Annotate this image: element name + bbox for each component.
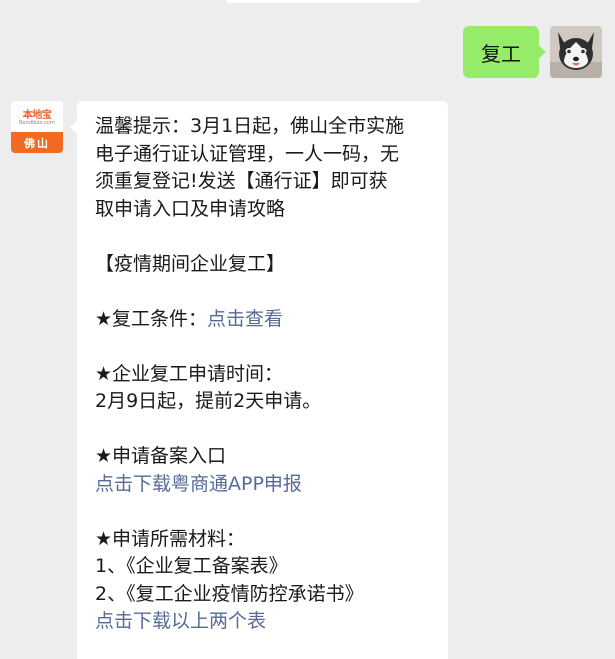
- logo-url: Bendibao.com: [19, 120, 55, 126]
- application-time-value: 2月9日起，提前2天申请。: [95, 390, 322, 412]
- material-item: 2、《复工企业疫情防控承诺书》: [95, 582, 364, 605]
- incoming-message-bubble[interactable]: 温馨提示：3月1日起，佛山全市实施 电子通行证认证管理，一人一码，无 须重复登记…: [70, 101, 448, 659]
- outgoing-message-text: 复工: [481, 41, 521, 66]
- download-forms-link[interactable]: 点击下载以上两个表: [95, 608, 432, 636]
- download-app-link[interactable]: 点击下载粤商通APP申报: [95, 471, 432, 499]
- application-time-label: ★企业复工申请时间：: [95, 362, 284, 385]
- conditions-label: ★复工条件：: [95, 307, 208, 330]
- previous-bubble-edge: [226, 0, 420, 3]
- section-heading: 【疫情期间企业复工】: [95, 252, 286, 275]
- line-spacer: [95, 416, 432, 444]
- material-item: 1、《企业复工备案表》: [95, 555, 288, 577]
- entry-label: ★申请备案入口: [95, 445, 227, 467]
- line-spacer: [95, 498, 432, 526]
- logo-brand-name: 本地宝: [22, 110, 52, 121]
- logo-city-label: 佛山: [11, 132, 63, 153]
- line-spacer: [95, 223, 432, 251]
- husky-dog-icon: [550, 26, 602, 78]
- conditions-row: ★复工条件：点击查看: [95, 306, 432, 334]
- line-spacer: [95, 278, 432, 306]
- message-line: 温馨提示：3月1日起，佛山全市实施: [95, 115, 405, 137]
- message-line: 电子通行证认证管理，一人一码，无: [95, 142, 400, 165]
- message-line: 须重复登记!发送【通行证】即可获: [95, 170, 388, 192]
- line-spacer: [95, 333, 432, 361]
- materials-label: ★申请所需材料：: [95, 527, 246, 550]
- view-conditions-link[interactable]: 点击查看: [207, 308, 283, 330]
- chat-window: 复工 本地宝 Bendibao.com 佛山 温馨提示：3月1日起，佛山全市实施…: [0, 0, 615, 659]
- outgoing-message-bubble[interactable]: 复工: [463, 26, 546, 78]
- bendibao-logo-avatar[interactable]: 本地宝 Bendibao.com 佛山: [11, 101, 63, 153]
- user-avatar[interactable]: [550, 26, 602, 78]
- message-line: 取申请入口及申请攻略: [95, 197, 286, 220]
